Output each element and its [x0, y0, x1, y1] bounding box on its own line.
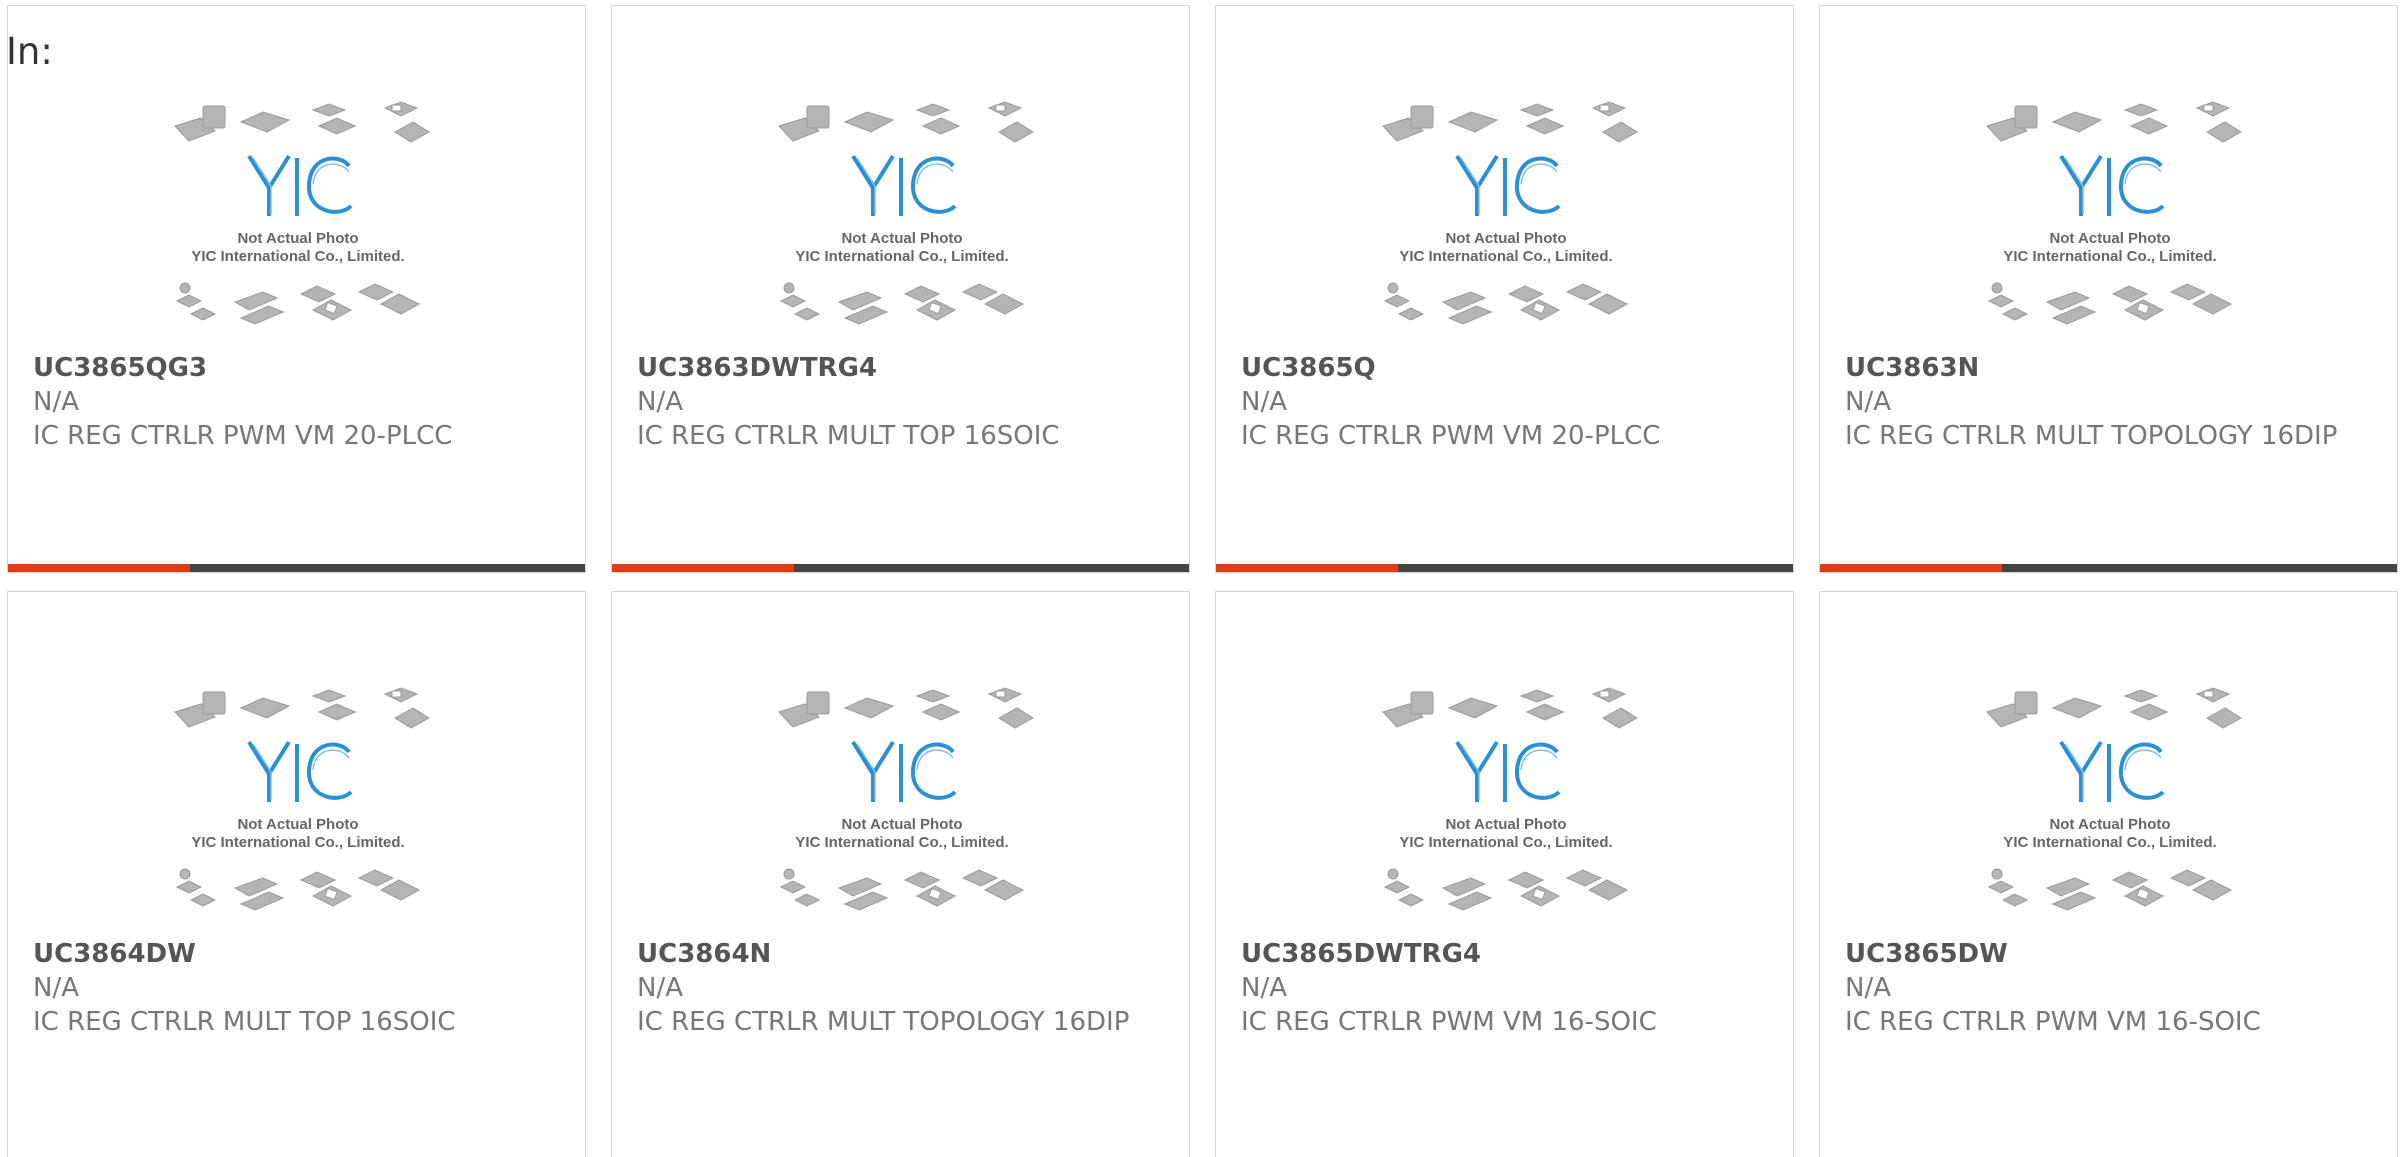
manufacturer-text: N/A: [637, 973, 683, 1003]
svg-text:YIC International Co., Limited: YIC International Co., Limited.: [2003, 248, 2216, 265]
product-card[interactable]: Not Actual Photo YIC International Co., …: [611, 591, 1190, 1157]
product-info: UC3865Q N/A IC REG CTRLR PWM VM 20-PLCC: [1241, 351, 1768, 453]
product-info: UC3865DWTRG4 N/A IC REG CTRLR PWM VM 16-…: [1241, 937, 1768, 1039]
dark-bar-segment: [1398, 564, 1793, 572]
product-card[interactable]: Not Actual Photo YIC International Co., …: [1215, 591, 1794, 1157]
dark-bar-segment: [2002, 564, 2397, 572]
manufacturer-text: N/A: [1241, 973, 1287, 1003]
description-text: IC REG CTRLR PWM VM 16-SOIC: [1241, 1007, 1657, 1037]
svg-text:Not Actual Photo: Not Actual Photo: [841, 816, 962, 833]
svg-text:YIC International Co., Limited: YIC International Co., Limited.: [1399, 834, 1612, 851]
svg-text:Not Actual Photo: Not Actual Photo: [841, 230, 962, 247]
description-text: IC REG CTRLR MULT TOPOLOGY 16DIP: [637, 1007, 1130, 1037]
product-info: UC3863DWTRG4 N/A IC REG CTRLR MULT TOP 1…: [637, 351, 1164, 453]
product-grid: Not Actual Photo YIC International Co., …: [7, 5, 2398, 1157]
accent-bar-segment: [612, 564, 794, 572]
part-number-link[interactable]: UC3865Q: [1241, 351, 1768, 385]
product-card[interactable]: Not Actual Photo YIC International Co., …: [1215, 5, 1794, 573]
svg-text:Not Actual Photo: Not Actual Photo: [2049, 816, 2170, 833]
card-bottom-bar: [612, 564, 1189, 572]
manufacturer-text: N/A: [637, 387, 683, 417]
part-number-link[interactable]: UC3863DWTRG4: [637, 351, 1164, 385]
accent-bar-segment: [8, 564, 190, 572]
product-photo[interactable]: Not Actual Photo YIC International Co., …: [1371, 96, 1641, 336]
description-text: IC REG CTRLR MULT TOP 16SOIC: [33, 1007, 456, 1037]
product-photo[interactable]: Not Actual Photo YIC International Co., …: [1371, 682, 1641, 922]
product-photo[interactable]: Not Actual Photo YIC International Co., …: [163, 96, 433, 336]
description-text: IC REG CTRLR PWM VM 20-PLCC: [1241, 421, 1661, 451]
filter-label: In:: [6, 30, 53, 73]
product-photo[interactable]: Not Actual Photo YIC International Co., …: [767, 96, 1037, 336]
dark-bar-segment: [190, 564, 585, 572]
part-number-link[interactable]: UC3865DWTRG4: [1241, 937, 1768, 971]
part-number-link[interactable]: UC3865QG3: [33, 351, 560, 385]
product-card[interactable]: Not Actual Photo YIC International Co., …: [1819, 591, 2398, 1157]
description-text: IC REG CTRLR PWM VM 16-SOIC: [1845, 1007, 2261, 1037]
manufacturer-text: N/A: [1241, 387, 1287, 417]
product-listing-page: In: Not Actual Photo YIC International C…: [0, 0, 2400, 1157]
description-text: IC REG CTRLR PWM VM 20-PLCC: [33, 421, 453, 451]
svg-text:Not Actual Photo: Not Actual Photo: [237, 230, 358, 247]
card-bottom-bar: [1216, 564, 1793, 572]
svg-text:YIC International Co., Limited: YIC International Co., Limited.: [795, 834, 1008, 851]
manufacturer-text: N/A: [1845, 387, 1891, 417]
description-text: IC REG CTRLR MULT TOP 16SOIC: [637, 421, 1060, 451]
manufacturer-text: N/A: [33, 387, 79, 417]
product-photo[interactable]: Not Actual Photo YIC International Co., …: [163, 682, 433, 922]
manufacturer-text: N/A: [33, 973, 79, 1003]
product-info: UC3864N N/A IC REG CTRLR MULT TOPOLOGY 1…: [637, 937, 1164, 1039]
product-card[interactable]: Not Actual Photo YIC International Co., …: [611, 5, 1190, 573]
product-photo[interactable]: Not Actual Photo YIC International Co., …: [767, 682, 1037, 922]
product-info: UC3864DW N/A IC REG CTRLR MULT TOP 16SOI…: [33, 937, 560, 1039]
product-info: UC3865DW N/A IC REG CTRLR PWM VM 16-SOIC: [1845, 937, 2372, 1039]
product-photo[interactable]: Not Actual Photo YIC International Co., …: [1975, 682, 2245, 922]
card-bottom-bar: [1820, 564, 2397, 572]
product-card[interactable]: Not Actual Photo YIC International Co., …: [1819, 5, 2398, 573]
svg-text:YIC International Co., Limited: YIC International Co., Limited.: [191, 248, 404, 265]
product-card[interactable]: Not Actual Photo YIC International Co., …: [7, 5, 586, 573]
svg-text:YIC International Co., Limited: YIC International Co., Limited.: [2003, 834, 2216, 851]
product-info: UC3863N N/A IC REG CTRLR MULT TOPOLOGY 1…: [1845, 351, 2372, 453]
manufacturer-text: N/A: [1845, 973, 1891, 1003]
svg-text:YIC International Co., Limited: YIC International Co., Limited.: [1399, 248, 1612, 265]
accent-bar-segment: [1216, 564, 1398, 572]
dark-bar-segment: [794, 564, 1189, 572]
part-number-link[interactable]: UC3865DW: [1845, 937, 2372, 971]
part-number-link[interactable]: UC3864N: [637, 937, 1164, 971]
product-photo[interactable]: Not Actual Photo YIC International Co., …: [1975, 96, 2245, 336]
svg-text:YIC International Co., Limited: YIC International Co., Limited.: [191, 834, 404, 851]
card-bottom-bar: [8, 564, 585, 572]
accent-bar-segment: [1820, 564, 2002, 572]
svg-text:Not Actual Photo: Not Actual Photo: [1445, 230, 1566, 247]
part-number-link[interactable]: UC3864DW: [33, 937, 560, 971]
svg-text:Not Actual Photo: Not Actual Photo: [1445, 816, 1566, 833]
product-info: UC3865QG3 N/A IC REG CTRLR PWM VM 20-PLC…: [33, 351, 560, 453]
svg-text:YIC International Co., Limited: YIC International Co., Limited.: [795, 248, 1008, 265]
product-card[interactable]: Not Actual Photo YIC International Co., …: [7, 591, 586, 1157]
description-text: IC REG CTRLR MULT TOPOLOGY 16DIP: [1845, 421, 2338, 451]
svg-text:Not Actual Photo: Not Actual Photo: [2049, 230, 2170, 247]
svg-text:Not Actual Photo: Not Actual Photo: [237, 816, 358, 833]
part-number-link[interactable]: UC3863N: [1845, 351, 2372, 385]
